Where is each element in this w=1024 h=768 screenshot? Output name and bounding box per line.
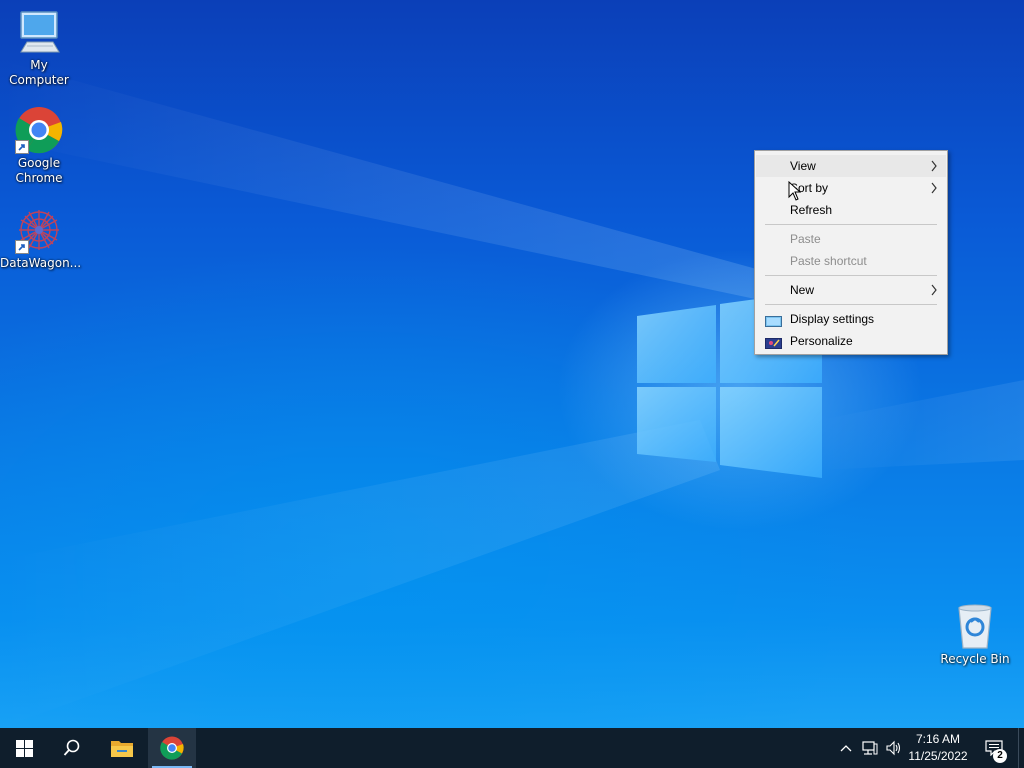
menu-item-label: Paste shortcut — [790, 254, 867, 268]
file-explorer-button[interactable] — [98, 728, 146, 768]
personalize-icon — [765, 335, 782, 349]
search-button[interactable] — [48, 728, 96, 768]
search-icon — [63, 739, 80, 756]
menu-item-label: Paste — [790, 232, 821, 246]
clock-date: 11/25/2022 — [908, 749, 968, 763]
desktop-icon-label: Recycle Bin — [940, 652, 1010, 666]
shortcut-arrow-icon — [15, 240, 29, 254]
menu-item-display-settings[interactable]: Display settings — [756, 308, 946, 330]
show-desktop-button[interactable] — [1018, 728, 1024, 768]
desktop-icon-label: Google Chrome — [15, 156, 63, 185]
desktop-icon-my-computer[interactable]: My Computer — [0, 8, 78, 88]
wallpaper-logo — [0, 60, 1024, 728]
chevron-up-icon — [840, 745, 852, 752]
menu-item-sort-by[interactable]: Sort by — [756, 177, 946, 199]
file-explorer-icon — [111, 741, 133, 757]
show-hidden-icons-button[interactable] — [834, 728, 858, 768]
datawagon-icon — [15, 206, 63, 254]
start-button[interactable] — [0, 728, 48, 768]
menu-item-label: New — [790, 283, 815, 297]
network-icon — [862, 741, 878, 755]
clock-time: 7:16 AM — [915, 732, 961, 746]
mouse-cursor — [788, 181, 802, 201]
display-icon — [765, 313, 782, 327]
desktop[interactable]: My Computer Google Chrome DataWagon... R… — [0, 0, 1024, 728]
desktop-icon-google-chrome[interactable]: Google Chrome — [0, 106, 78, 186]
menu-item-new[interactable]: New — [756, 279, 946, 301]
menu-separator — [765, 224, 937, 225]
chevron-right-icon — [930, 155, 938, 177]
menu-item-label: Refresh — [790, 203, 833, 217]
notification-count-badge: 2 — [993, 749, 1007, 763]
chrome-icon — [15, 106, 63, 154]
windows-start-icon — [15, 739, 33, 757]
volume-icon — [886, 740, 901, 756]
chevron-right-icon — [930, 177, 938, 199]
network-button[interactable] — [858, 728, 882, 768]
chrome-icon — [160, 736, 184, 760]
chevron-right-icon — [930, 279, 938, 301]
menu-separator — [765, 275, 937, 276]
menu-item-refresh[interactable]: Refresh — [756, 199, 946, 221]
menu-separator — [765, 304, 937, 305]
menu-item-label: Display settings — [790, 312, 875, 326]
desktop-icon-recycle-bin[interactable]: Recycle Bin — [936, 602, 1014, 667]
action-center-button[interactable] — [976, 728, 1012, 768]
desktop-icon-label: My Computer — [9, 58, 69, 87]
menu-item-label: View — [790, 159, 816, 173]
clock[interactable]: 7:16 AM 11/25/2022 — [904, 731, 972, 765]
shortcut-arrow-icon — [15, 140, 29, 154]
menu-item-paste[interactable]: Paste — [756, 228, 946, 250]
recycle-bin-icon — [951, 602, 999, 650]
desktop-icon-label: DataWagon... — [0, 256, 82, 270]
menu-item-label: Personalize — [790, 334, 853, 348]
desktop-icon-datawagon[interactable]: DataWagon... — [0, 206, 82, 271]
computer-icon — [15, 8, 63, 56]
desktop-context-menu: View Sort by Refresh Paste Paste shortcu… — [754, 150, 948, 355]
volume-button[interactable] — [882, 728, 906, 768]
menu-item-personalize[interactable]: Personalize — [756, 330, 946, 352]
chrome-taskbar-button[interactable] — [148, 728, 196, 768]
taskbar: 7:16 AM 11/25/2022 2 — [0, 728, 1024, 768]
menu-item-view[interactable]: View — [756, 155, 946, 177]
menu-item-paste-shortcut[interactable]: Paste shortcut — [756, 250, 946, 272]
